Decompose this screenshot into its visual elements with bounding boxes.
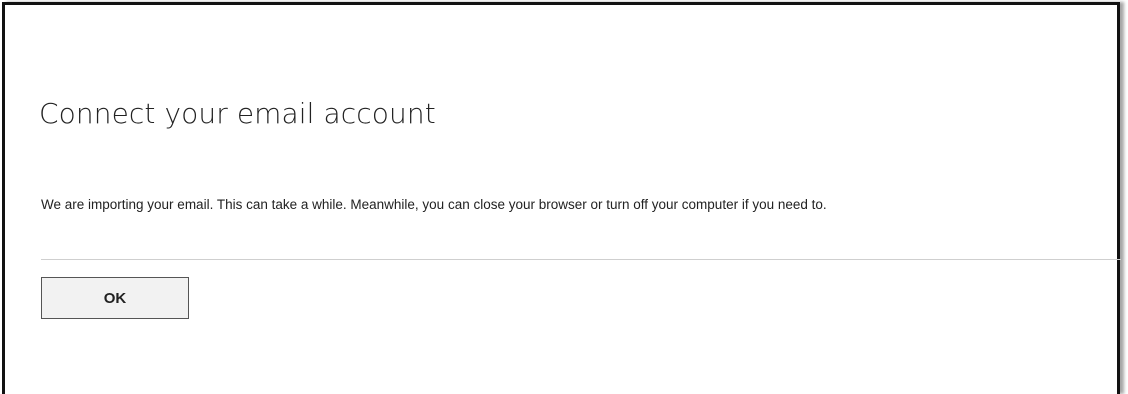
- ok-button[interactable]: OK: [41, 277, 189, 319]
- dialog-message: We are importing your email. This can ta…: [41, 197, 827, 212]
- window-frame: Connect your email account We are import…: [2, 2, 1121, 394]
- dialog-title: Connect your email account: [39, 97, 436, 130]
- connect-email-dialog: Connect your email account We are import…: [5, 5, 1121, 394]
- dialog-divider: [41, 259, 1121, 260]
